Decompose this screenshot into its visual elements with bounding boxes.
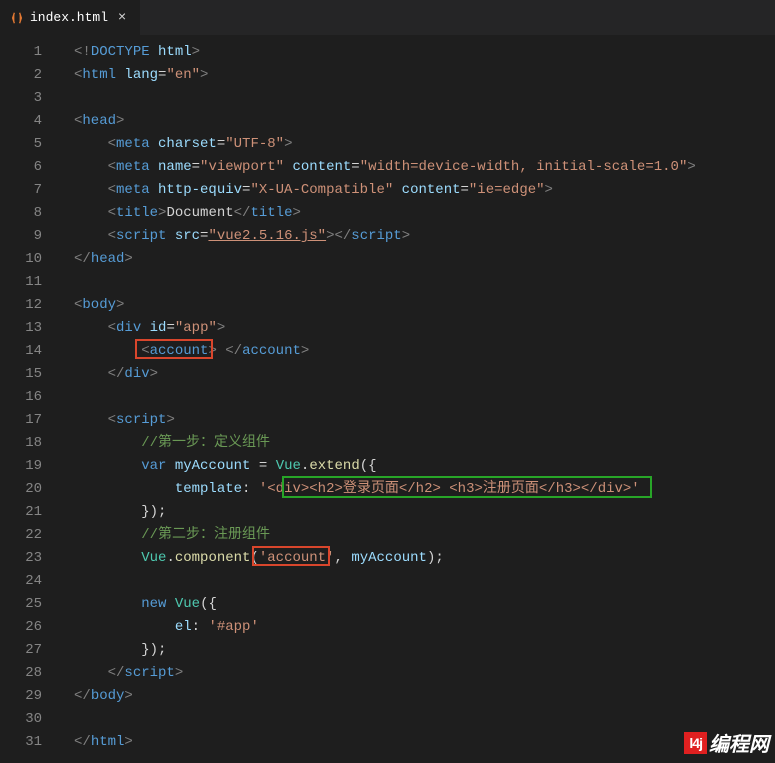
line-number: 7 [0, 179, 60, 202]
line-number: 14 [0, 340, 60, 363]
line-number: 27 [0, 639, 60, 662]
line-number: 10 [0, 248, 60, 271]
line-number: 31 [0, 731, 60, 754]
line-number: 24 [0, 570, 60, 593]
line-number: 28 [0, 662, 60, 685]
line-number: 11 [0, 271, 60, 294]
line-number: 29 [0, 685, 60, 708]
line-number: 23 [0, 547, 60, 570]
close-icon[interactable]: × [114, 10, 130, 26]
line-number: 1 [0, 41, 60, 64]
line-number: 30 [0, 708, 60, 731]
html-file-icon [10, 11, 24, 25]
line-number: 12 [0, 294, 60, 317]
line-number: 21 [0, 501, 60, 524]
line-number: 3 [0, 87, 60, 110]
line-number: 22 [0, 524, 60, 547]
watermark-text: 编程网 [709, 728, 769, 757]
line-number: 17 [0, 409, 60, 432]
line-number: 8 [0, 202, 60, 225]
line-number: 9 [0, 225, 60, 248]
tab-label: index.html [30, 10, 108, 25]
line-number: 5 [0, 133, 60, 156]
line-number: 6 [0, 156, 60, 179]
line-number: 25 [0, 593, 60, 616]
line-number: 2 [0, 64, 60, 87]
line-number: 26 [0, 616, 60, 639]
code-area[interactable]: <!DOCTYPE html> <html lang="en"> <head> … [60, 35, 775, 763]
line-number: 15 [0, 363, 60, 386]
tab-bar: index.html × [0, 0, 775, 35]
line-number: 20 [0, 478, 60, 501]
line-number: 4 [0, 110, 60, 133]
line-number: 13 [0, 317, 60, 340]
line-number-gutter: 1234567891011121314151617181920212223242… [0, 35, 60, 763]
watermark-badge: l4j [684, 732, 707, 754]
tab-index-html[interactable]: index.html × [0, 0, 141, 35]
watermark-logo: l4j 编程网 [684, 728, 769, 757]
line-number: 19 [0, 455, 60, 478]
line-number: 18 [0, 432, 60, 455]
line-number: 16 [0, 386, 60, 409]
editor: 1234567891011121314151617181920212223242… [0, 35, 775, 763]
